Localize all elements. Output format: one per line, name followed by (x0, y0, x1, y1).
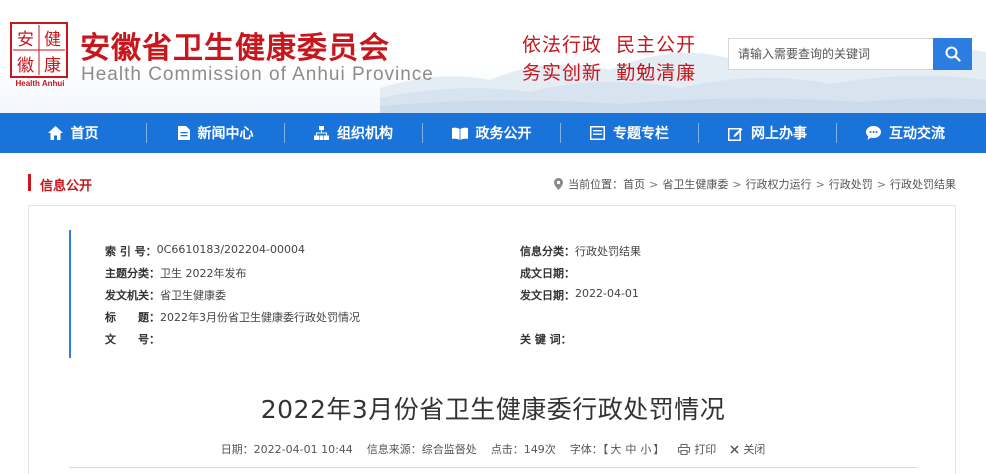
font-size-medium[interactable]: 中 (625, 441, 636, 457)
nav-item-online-services[interactable]: 网上办事 (699, 113, 836, 153)
meta-key: 关 键 词： (520, 333, 572, 346)
meta-key: 标 题： (105, 311, 160, 324)
seal-char-2: 健 (44, 29, 61, 50)
breadcrumb-prefix: 当前位置： (568, 178, 624, 191)
content-panel: 索 引 号： 0C6610183/202204-00004 主题分类： 卫生 2… (28, 205, 956, 474)
document-icon (177, 126, 190, 140)
nav-item-label: 新闻中心 (197, 126, 254, 142)
meta-published-date: 发文日期： 2022-04-01 (520, 287, 639, 303)
meta-topic: 主题分类： 卫生 2022年发布 (105, 265, 247, 281)
article-source: 信息来源：综合监督处 (366, 443, 477, 456)
nav-item-special-topics[interactable]: 专题专栏 (561, 113, 698, 153)
meta-key: 信息分类： (520, 245, 575, 258)
font-size-small[interactable]: 小 (640, 441, 651, 457)
nav-item-news[interactable]: 新闻中心 (147, 113, 284, 153)
nav-item-label: 互动交流 (889, 126, 945, 142)
meta-key: 文 号： (105, 333, 160, 346)
nav-item-label: 专题专栏 (613, 126, 669, 142)
meta-value: 卫生 2022年发布 (160, 267, 247, 280)
meta-keywords: 关 键 词： (520, 331, 572, 347)
slogan-line-1: 依法行政 民主公开 (522, 34, 697, 56)
meta-value: 2022-04-01 (575, 287, 639, 300)
nav-item-interaction[interactable]: 互动交流 (837, 113, 974, 153)
meta-value: 行政处罚结果 (575, 245, 641, 258)
search-box (728, 38, 972, 70)
site-title[interactable]: 安徽省卫生健康委员会 (80, 23, 390, 67)
search-input[interactable] (728, 38, 933, 70)
breadcrumb-link-home[interactable]: 首页 (623, 176, 645, 192)
close-label: 关闭 (743, 443, 766, 456)
nav-item-label: 政务公开 (475, 126, 532, 142)
nav-item-home[interactable]: 首页 (0, 113, 146, 153)
printer-icon (678, 443, 694, 455)
chat-icon (866, 126, 881, 140)
meta-title: 标 题： 2022年3月份省卫生健康委行政处罚情况 (105, 309, 360, 325)
breadcrumb-link-penalty[interactable]: 行政处罚 (829, 176, 873, 192)
breadcrumb-separator: > (649, 177, 659, 191)
meta-value: 0C6610183/202204-00004 (156, 243, 305, 256)
print-label: 打印 (694, 443, 717, 456)
meta-key: 索 引 号： (105, 245, 157, 258)
font-size-bracket-end: 】 (653, 443, 665, 456)
breadcrumb-link-power-operation[interactable]: 行政权力运行 (746, 176, 812, 192)
info-divider (69, 467, 917, 468)
nav-item-label: 组织机构 (337, 126, 393, 142)
section-title: 信息公开 (40, 179, 93, 194)
nav-item-public-affairs[interactable]: 政务公开 (423, 113, 560, 153)
article-views: 点击：149次 (490, 443, 556, 456)
nav-item-label: 网上办事 (751, 126, 807, 142)
font-size-label: 字体：【 (569, 443, 609, 456)
book-icon (451, 127, 468, 140)
meta-value: 省卫生健康委 (160, 289, 226, 302)
close-icon (730, 444, 743, 454)
document-metadata: 索 引 号： 0C6610183/202204-00004 主题分类： 卫生 2… (69, 230, 917, 358)
edit-icon (728, 126, 743, 141)
seal-char-3: 徽 (17, 55, 34, 76)
logo-seal-caption: Health Anhui (15, 79, 65, 88)
print-button[interactable]: 打印 (678, 441, 716, 457)
section-accent-bar (28, 174, 31, 191)
breadcrumb-separator: > (876, 177, 886, 191)
slogan-line-2: 务实创新 勤勉清廉 (522, 62, 697, 84)
search-button[interactable] (933, 38, 972, 70)
main-nav: 首页 新闻中心 组织机构 政务公开 专题专栏 网上办事 互动交流 (0, 113, 986, 153)
home-icon (47, 126, 63, 140)
article-info-bar: 日期：2022-04-01 10:44 信息来源：综合监督处 点击：149次 字… (29, 441, 957, 457)
meta-value: 2022年3月份省卫生健康委行政处罚情况 (160, 311, 360, 324)
columns-icon (590, 126, 605, 140)
article-title: 2022年3月份省卫生健康委行政处罚情况 (260, 395, 726, 424)
nav-item-label: 首页 (70, 126, 99, 142)
meta-category: 信息分类： 行政处罚结果 (520, 243, 641, 259)
meta-key: 成文日期： (520, 267, 575, 280)
meta-index: 索 引 号： 0C6610183/202204-00004 (105, 243, 305, 259)
article-date: 日期：2022-04-01 10:44 (220, 443, 353, 456)
location-pin-icon (554, 178, 564, 190)
search-icon (945, 46, 961, 62)
font-size-large[interactable]: 大 (610, 441, 621, 457)
org-chart-icon (314, 126, 329, 140)
breadcrumb: 当前位置： 首页 > 省卫生健康委 > 行政权力运行 > 行政处罚 > 行政处罚… (554, 176, 956, 192)
logo-seal[interactable]: 安 健 徽 康 (10, 22, 68, 78)
meta-doc-number: 文 号： (105, 331, 160, 347)
meta-created-date: 成文日期： (520, 265, 575, 281)
breadcrumb-separator: > (732, 177, 742, 191)
site-title-en: Health Commission of Anhui Province (81, 64, 434, 85)
nav-item-organization[interactable]: 组织机构 (285, 113, 422, 153)
breadcrumb-separator: > (815, 177, 825, 191)
seal-char-4: 康 (44, 55, 61, 76)
meta-issuer: 发文机关： 省卫生健康委 (105, 287, 226, 303)
breadcrumb-link-commission[interactable]: 省卫生健康委 (662, 176, 728, 192)
breadcrumb-link-penalty-results[interactable]: 行政处罚结果 (890, 176, 956, 192)
meta-key: 主题分类： (105, 267, 160, 280)
meta-key: 发文日期： (520, 289, 575, 302)
seal-char-1: 安 (17, 29, 34, 50)
site-header: 安 健 徽 康 Health Anhui 安徽省卫生健康委员会 Health C… (0, 0, 986, 113)
meta-key: 发文机关： (105, 289, 160, 302)
close-button[interactable]: 关闭 (730, 441, 765, 457)
